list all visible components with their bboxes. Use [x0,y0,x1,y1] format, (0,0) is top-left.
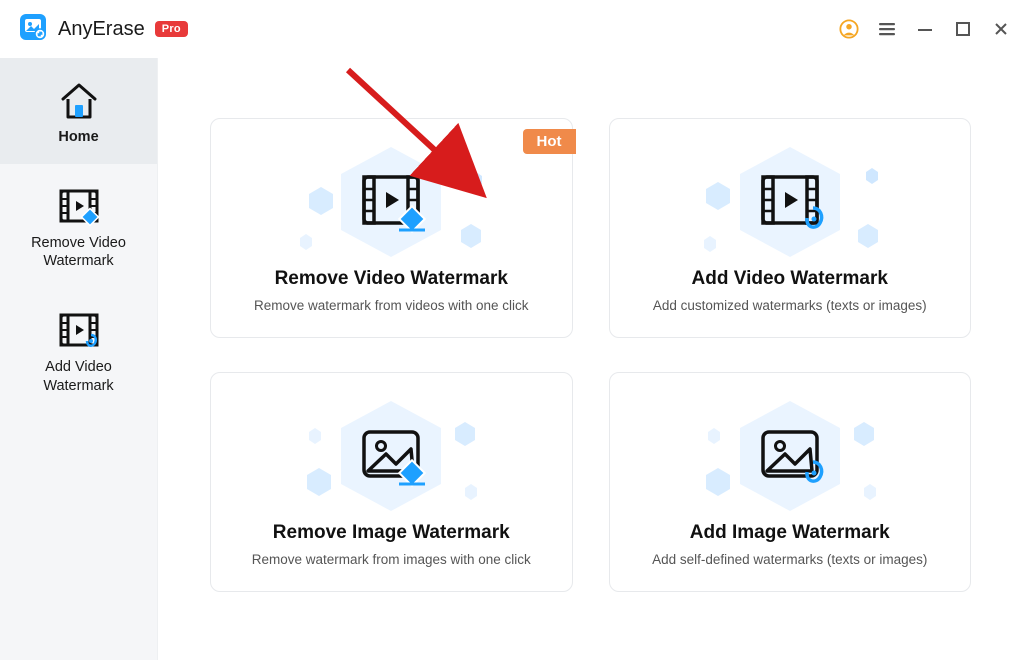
card-remove-image-watermark[interactable]: Remove Image Watermark Remove watermark … [210,372,573,592]
sidebar-item-remove-video-watermark[interactable]: Remove Video Watermark [0,164,157,288]
card-subtitle: Add self-defined watermarks (texts or im… [652,552,927,567]
card-title: Remove Image Watermark [273,522,510,544]
card-illustration [231,142,552,262]
sidebar-item-label: Add Video Watermark [10,358,147,394]
app-logo-icon [18,12,48,47]
card-remove-video-watermark[interactable]: Hot [210,118,573,338]
app-name: AnyErase [58,18,145,41]
card-illustration [630,142,951,262]
card-title: Add Video Watermark [692,268,888,290]
menu-icon[interactable] [877,19,897,39]
main-content: Hot [158,58,1023,660]
close-icon[interactable] [991,19,1011,39]
sidebar-item-label: Remove Video Watermark [10,234,147,270]
card-add-image-watermark[interactable]: Add Image Watermark Add self-defined wat… [609,372,972,592]
sidebar: Home Remove Video Watermark [0,58,158,660]
card-subtitle: Remove watermark from images with one cl… [252,552,531,567]
titlebar: AnyErase Pro [0,0,1023,58]
maximize-icon[interactable] [953,19,973,39]
card-subtitle: Remove watermark from videos with one cl… [254,298,529,313]
remove-video-watermark-icon [57,186,101,228]
user-account-icon[interactable] [839,19,859,39]
card-title: Add Image Watermark [690,522,890,544]
pro-badge: Pro [155,21,188,37]
home-icon [58,80,100,122]
add-video-watermark-icon [57,310,101,352]
card-illustration [630,396,951,516]
card-add-video-watermark[interactable]: Add Video Watermark Add customized water… [609,118,972,338]
sidebar-item-home[interactable]: Home [0,58,157,164]
card-subtitle: Add customized watermarks (texts or imag… [653,298,927,313]
sidebar-item-add-video-watermark[interactable]: Add Video Watermark [0,288,157,412]
card-illustration [231,396,552,516]
sidebar-item-label: Home [58,128,98,146]
minimize-icon[interactable] [915,19,935,39]
card-title: Remove Video Watermark [275,268,508,290]
